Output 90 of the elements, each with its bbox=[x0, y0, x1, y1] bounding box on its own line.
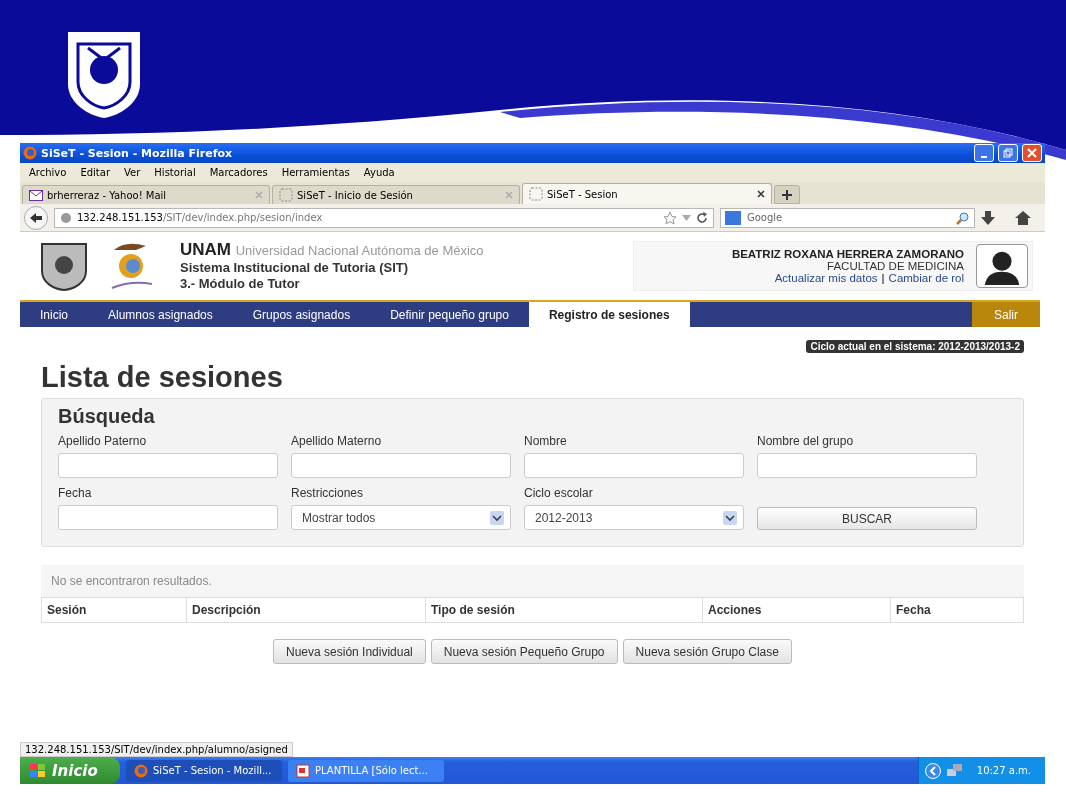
column-header: Descripción bbox=[186, 598, 425, 622]
column-header: Fecha bbox=[890, 598, 1023, 622]
back-arrow-icon bbox=[29, 211, 43, 224]
dropdown-icon bbox=[490, 510, 504, 525]
document-icon bbox=[296, 763, 310, 778]
nav-tab[interactable]: Grupos asignados bbox=[232, 302, 371, 327]
nav-tab[interactable]: Inicio bbox=[20, 302, 88, 327]
panel-title: Búsqueda bbox=[58, 405, 156, 428]
window-title: SiSeT - Sesion - Mozilla Firefox bbox=[41, 146, 234, 160]
minimize-icon bbox=[981, 155, 987, 158]
new-session-button[interactable]: Nueva sesión Grupo Clase bbox=[622, 639, 792, 664]
field-label: Fecha bbox=[58, 486, 93, 500]
download-icon[interactable] bbox=[981, 210, 995, 225]
browser-tab[interactable]: SiSeT - Inicio de Sesión bbox=[272, 185, 520, 204]
column-header: Tipo de sesión bbox=[425, 598, 702, 622]
column-header: Acciones bbox=[702, 598, 890, 622]
system-name: Sistema Institucional de Tutoria (SIT) bbox=[180, 259, 409, 276]
network-icon[interactable] bbox=[946, 763, 963, 778]
status-bar: 132.248.151.153/SIT/dev/index.php/alumno/asigned bbox=[20, 742, 293, 757]
chevron-icon[interactable] bbox=[924, 762, 941, 779]
restore-button[interactable] bbox=[998, 144, 1018, 162]
user-name: BEATRIZ ROXANA HERRERA ZAMORANO bbox=[731, 248, 964, 260]
page-icon bbox=[529, 187, 543, 201]
new-session-button[interactable]: Nueva sesión Individual bbox=[273, 639, 426, 664]
reload-icon[interactable] bbox=[696, 211, 708, 224]
close-button[interactable] bbox=[1022, 144, 1042, 162]
windows-logo-icon bbox=[30, 763, 46, 778]
start-button[interactable]: Inicio bbox=[20, 757, 120, 784]
site-title: UNAM Universidad Nacional Autónoma de México bbox=[180, 240, 485, 260]
search-button[interactable]: BUSCAR bbox=[757, 507, 977, 530]
menu-item[interactable]: Ayuda bbox=[356, 167, 402, 178]
text-field[interactable] bbox=[524, 453, 744, 478]
minimize-button[interactable] bbox=[974, 144, 994, 162]
back-button[interactable] bbox=[24, 205, 48, 230]
search-engine-icon[interactable] bbox=[725, 210, 741, 225]
field-label: Nombre bbox=[524, 434, 568, 448]
clock: 10:27 a.m. bbox=[976, 765, 1031, 776]
field-label: Ciclo escolar bbox=[524, 486, 594, 500]
browser-tab[interactable]: brherreraz - Yahoo! Mail bbox=[22, 185, 270, 204]
menu-item[interactable]: Editar bbox=[73, 167, 117, 178]
select-field[interactable]: Mostrar todos bbox=[291, 505, 511, 530]
nav-tab[interactable]: Alumnos asignados bbox=[88, 302, 233, 327]
field-label: Apellido Materno bbox=[291, 434, 383, 448]
nav-tab[interactable]: Definir pequeño grupo bbox=[370, 302, 529, 327]
menu-item[interactable]: Herramientas bbox=[274, 167, 357, 178]
restore-icon bbox=[1003, 148, 1013, 158]
star-icon[interactable] bbox=[663, 210, 677, 225]
address-field[interactable]: 132.248.151.153/SIT/dev/index.php/sesion/index bbox=[54, 207, 714, 228]
tab-title: SiSeT - Sesion bbox=[547, 188, 619, 200]
menu-item[interactable]: Historial bbox=[147, 167, 203, 178]
web-search-bar[interactable]: Google bbox=[720, 207, 975, 228]
page-icon bbox=[279, 188, 293, 202]
field-label: Apellido Paterno bbox=[58, 434, 148, 448]
tab-title: SiSeT - Inicio de Sesión bbox=[297, 189, 414, 201]
user-faculty: FACULTAD DE MEDICINA bbox=[827, 260, 964, 272]
plus-icon bbox=[782, 189, 792, 200]
new-session-button[interactable]: Nueva sesión Pequeño Grupo bbox=[430, 639, 618, 664]
results-message: No se encontraron resultados. bbox=[41, 565, 1024, 597]
field-label: Nombre del grupo bbox=[757, 434, 855, 448]
close-icon[interactable] bbox=[757, 190, 765, 198]
module-name: 3.- Módulo de Tutor bbox=[180, 275, 301, 292]
page-heading: Lista de sesiones bbox=[41, 361, 284, 394]
dropdown-icon[interactable] bbox=[682, 214, 691, 221]
tab-title: brherreraz - Yahoo! Mail bbox=[47, 189, 168, 201]
close-icon bbox=[1027, 148, 1037, 158]
nav-tab[interactable]: Registro de sesiones bbox=[528, 302, 690, 327]
avatar-icon bbox=[976, 244, 1028, 288]
select-field[interactable]: 2012-2013 bbox=[524, 505, 744, 530]
cycle-badge: Ciclo actual en el sistema: 2012-2013/2013-2 bbox=[806, 340, 1024, 353]
search-icon[interactable] bbox=[956, 210, 970, 225]
text-field[interactable] bbox=[291, 453, 511, 478]
menu-item[interactable]: Ver bbox=[117, 167, 148, 178]
role-link[interactable]: Cambiar de rol bbox=[888, 272, 964, 284]
column-header: Sesión bbox=[46, 602, 88, 619]
dropdown-icon bbox=[723, 510, 737, 525]
link-separator: | bbox=[881, 272, 885, 284]
text-field[interactable] bbox=[58, 453, 278, 478]
profile-link[interactable]: Actualizar mis datos bbox=[774, 272, 878, 284]
taskbar-item[interactable]: PLANTILLA [Sólo lect... bbox=[288, 759, 444, 782]
menu-item[interactable]: Archivo bbox=[22, 167, 74, 178]
home-icon[interactable] bbox=[1015, 210, 1031, 225]
text-field[interactable] bbox=[757, 453, 977, 478]
new-tab-button[interactable] bbox=[774, 185, 800, 204]
envelope-icon bbox=[29, 189, 43, 201]
crest-icon bbox=[38, 241, 90, 291]
text-field[interactable] bbox=[58, 505, 278, 530]
field-label: Restricciones bbox=[291, 486, 365, 500]
menu-item[interactable]: Marcadores bbox=[202, 167, 275, 178]
browser-tab[interactable]: SiSeT - Sesion bbox=[522, 183, 772, 204]
taskbar-item[interactable]: SiSeT - Sesion - Mozill... bbox=[126, 759, 282, 782]
